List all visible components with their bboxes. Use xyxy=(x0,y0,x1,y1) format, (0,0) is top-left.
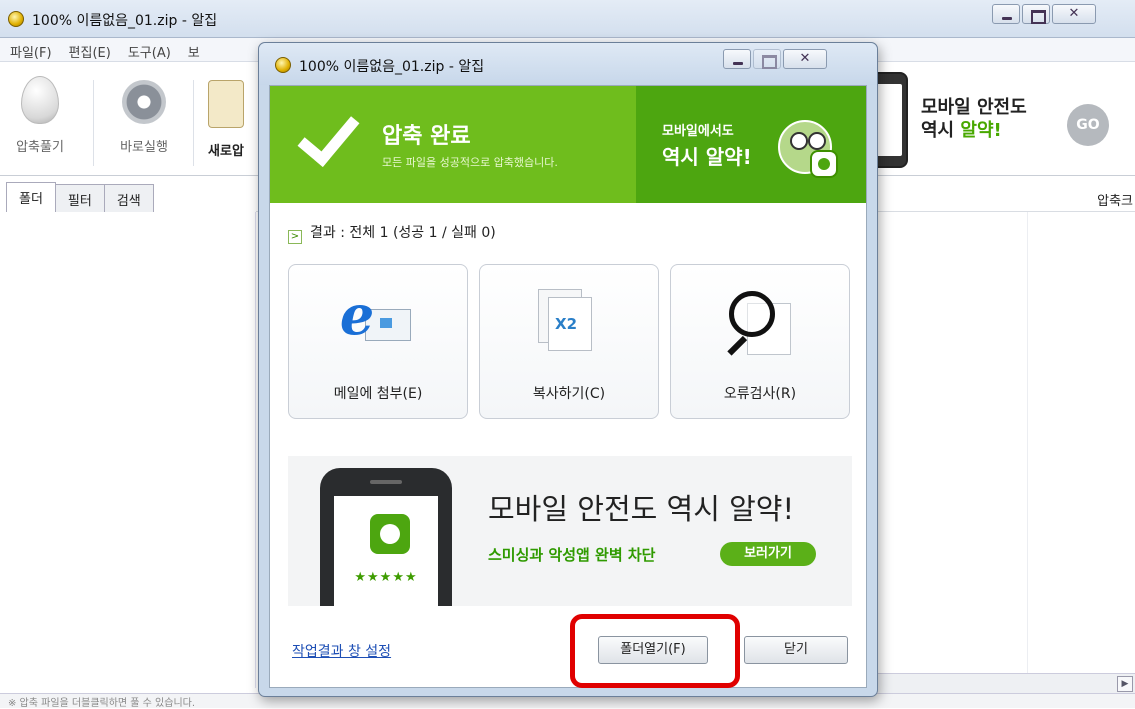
error-check-button[interactable]: 오류검사(R) xyxy=(670,264,850,419)
copy-x2-icon: X2 xyxy=(538,289,594,353)
dialog-minimize-button[interactable] xyxy=(723,49,751,69)
dialog-title: 100% 이름없음_01.zip - 알집 xyxy=(299,59,485,75)
main-window-title: 100% 이름없음_01.zip - 알집 xyxy=(32,13,218,29)
toolbar-ad-line1: 모바일 안전도 xyxy=(921,97,1027,118)
toolbar-divider xyxy=(93,80,94,166)
alzip-app-icon xyxy=(8,11,24,27)
copy-label: 복사하기(C) xyxy=(532,386,606,402)
rating-stars: ★★★★★ xyxy=(354,570,418,585)
toolbar-divider xyxy=(193,80,194,166)
toolbar-ad-line2: 역시 알약! xyxy=(921,119,1027,142)
result-text: 결과 : 전체 1 (성공 1 / 실패 0) xyxy=(310,225,496,241)
menu-edit[interactable]: 편집(E) xyxy=(59,38,118,61)
new-archive-label: 새로압 xyxy=(208,144,244,159)
copy-button[interactable]: X2 복사하기(C) xyxy=(479,264,659,419)
left-panel-tabs: 폴더 필터 검색 xyxy=(6,182,154,212)
completion-subtitle: 모든 파일을 성공적으로 압축했습니다. xyxy=(382,156,558,169)
close-button[interactable]: 닫기 xyxy=(744,636,848,664)
alzip-app-icon xyxy=(275,57,291,73)
run-gear-icon xyxy=(122,80,166,124)
toolbar-ad-line2-highlight: 알약! xyxy=(960,120,1002,141)
main-titlebar: 100% 이름없음_01.zip - 알집 xyxy=(0,0,1135,38)
dialog-maximize-button xyxy=(753,49,781,69)
error-check-label: 오류검사(R) xyxy=(723,386,797,402)
column-divider xyxy=(1027,212,1028,688)
result-window-settings-link[interactable]: 작업결과 창 설정 xyxy=(292,641,391,661)
completion-heading: 압축 완료 xyxy=(382,124,471,149)
status-text: ※ 압축 파일을 더블클릭하면 풀 수 있습니다. xyxy=(8,698,196,709)
compression-result-dialog: 100% 이름없음_01.zip - 알집 압축 완료 모든 파일을 성공적으로… xyxy=(258,42,878,697)
tab-search[interactable]: 검색 xyxy=(103,184,154,212)
completion-banner: 압축 완료 모든 파일을 성공적으로 압축했습니다. 모바일에서도 역시 알약! xyxy=(270,86,866,203)
ad-subline: 스미싱과 악성앱 완벽 차단 xyxy=(488,546,656,564)
main-window-controls xyxy=(990,4,1096,24)
red-highlight-annotation xyxy=(570,614,740,688)
copy-x2-badge: X2 xyxy=(555,315,578,333)
extract-label: 압축풀기 xyxy=(16,140,64,155)
alyac-app-icon xyxy=(370,514,410,554)
tab-folder[interactable]: 폴더 xyxy=(6,182,56,212)
extract-egg-icon xyxy=(21,76,59,124)
attach-mail-button[interactable]: e 메일에 첨부(E) xyxy=(288,264,468,419)
toolbar-ad-line2-prefix: 역시 xyxy=(921,120,961,141)
scroll-right-arrow-icon[interactable]: ▶ xyxy=(1117,676,1133,692)
menu-view[interactable]: 보 xyxy=(178,38,207,61)
main-close-button[interactable] xyxy=(1052,4,1096,24)
ie-e-icon: e xyxy=(339,283,375,347)
banner-promo-line1: 모바일에서도 xyxy=(662,124,734,139)
phone-speaker xyxy=(370,480,402,484)
checkmark-icon xyxy=(302,114,362,158)
main-maximize-button[interactable] xyxy=(1022,4,1050,24)
ie-mail-icon: e xyxy=(329,283,419,353)
phone-screen: ★★★★★ xyxy=(334,496,438,606)
horizontal-scrollbar[interactable]: ▶ xyxy=(870,673,1135,693)
magnifier-lens xyxy=(729,291,775,337)
dialog-window-controls xyxy=(721,49,827,69)
run-button[interactable]: 바로실행 xyxy=(104,76,184,155)
menu-file[interactable]: 파일(F) xyxy=(0,38,59,61)
main-minimize-button[interactable] xyxy=(992,4,1020,24)
ad-headline: 모바일 안전도 역시 알약! xyxy=(488,492,795,526)
run-label: 바로실행 xyxy=(120,140,168,155)
alyac-badge-icon xyxy=(810,150,838,178)
dialog-close-button[interactable] xyxy=(783,49,827,69)
ad-view-button[interactable]: 보러가기 xyxy=(720,542,816,566)
column-header-compressed-size[interactable]: 압축크 xyxy=(1097,190,1133,209)
extract-button[interactable]: 압축풀기 xyxy=(0,76,80,155)
result-summary: > 결과 : 전체 1 (성공 1 / 실패 0) xyxy=(288,222,496,244)
new-archive-icon xyxy=(208,80,244,128)
new-archive-button[interactable]: 새로압 xyxy=(196,76,256,159)
dialog-body: 압축 완료 모든 파일을 성공적으로 압축했습니다. 모바일에서도 역시 알약!… xyxy=(269,85,867,688)
dialog-titlebar[interactable]: 100% 이름없음_01.zip - 알집 xyxy=(259,43,877,85)
magnifier-icon xyxy=(723,289,803,359)
menu-tools[interactable]: 도구(A) xyxy=(118,38,178,61)
banner-promo-line2: 역시 알약! xyxy=(662,145,752,169)
tab-filter[interactable]: 필터 xyxy=(54,184,105,212)
toolbar-go-button[interactable]: GO xyxy=(1067,104,1109,146)
phone-illustration-icon: ★★★★★ xyxy=(320,468,452,606)
folder-tree-panel[interactable] xyxy=(6,212,256,688)
attach-mail-label: 메일에 첨부(E) xyxy=(333,386,423,402)
alyac-ad-banner[interactable]: ★★★★★ 모바일 안전도 역시 알약! 스미싱과 악성앱 완벽 차단 보러가기 xyxy=(288,456,852,606)
magnifier-handle xyxy=(727,335,748,356)
result-bullet-icon: > xyxy=(288,230,302,244)
toolbar-ad-text[interactable]: 모바일 안전도 역시 알약! xyxy=(921,96,1027,142)
